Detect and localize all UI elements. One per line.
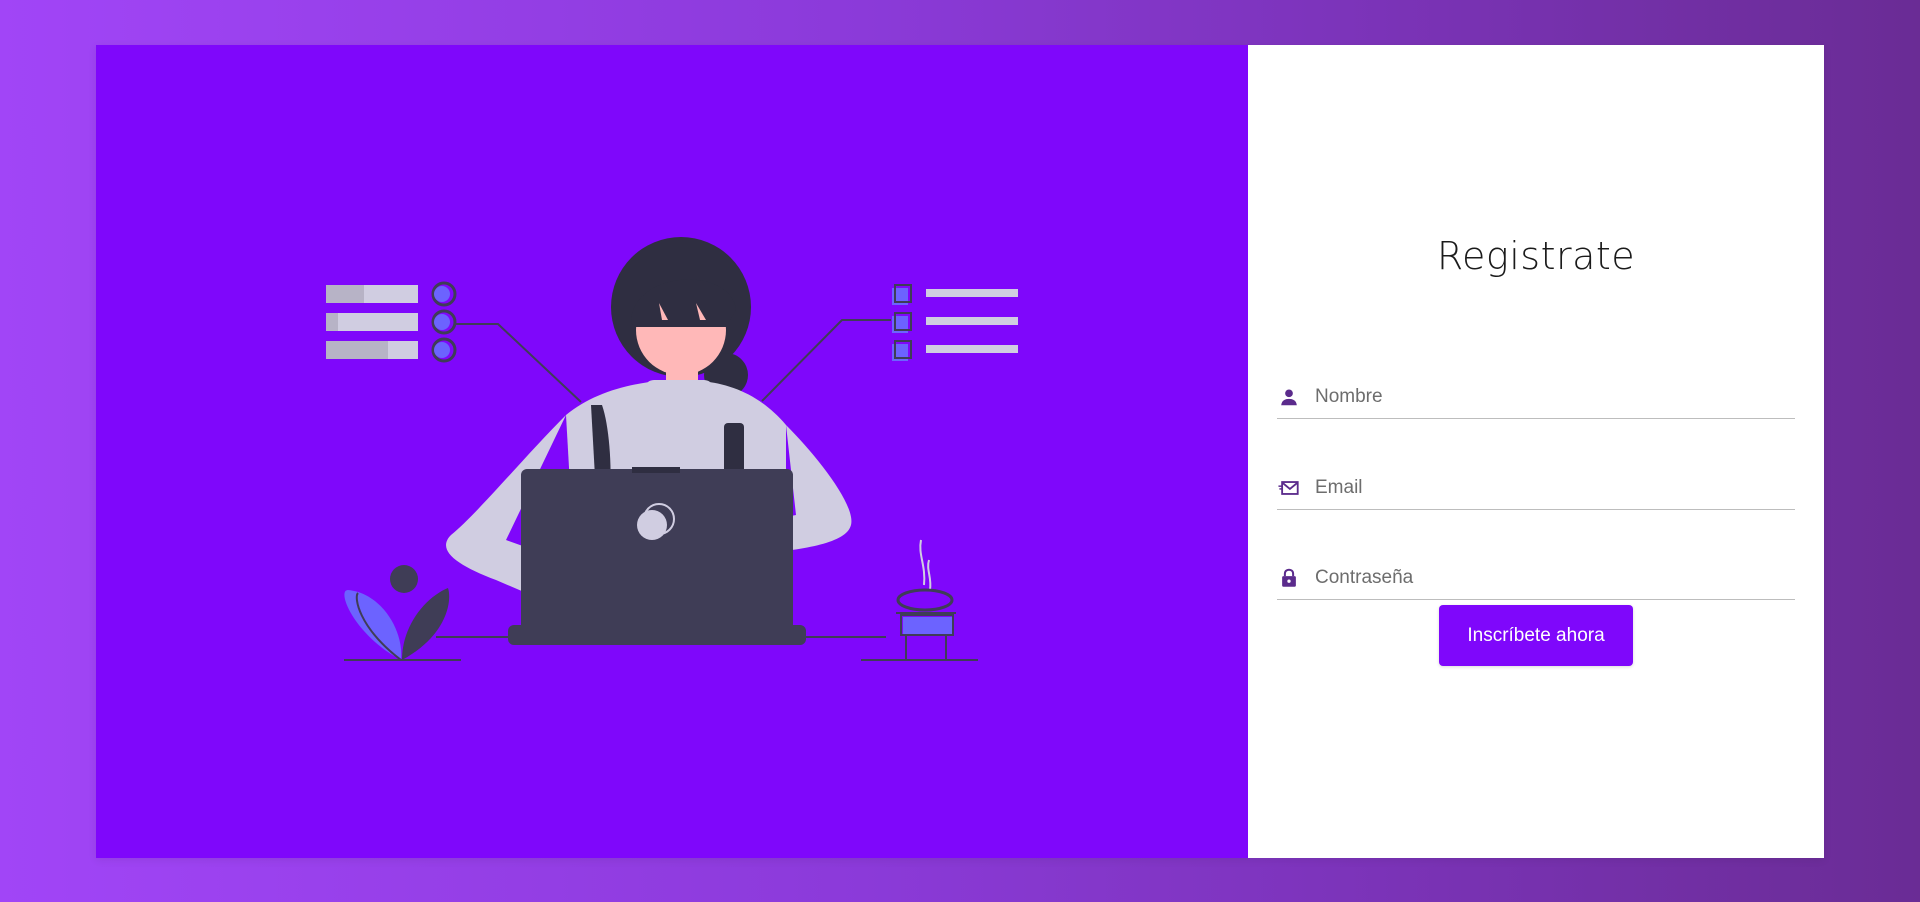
password-input[interactable] [1315,562,1785,593]
plant-graphic [344,565,450,661]
register-form-panel: Registrate Inscríbete ahora [1248,45,1824,858]
password-field [1277,556,1795,600]
right-checklist-graphic [761,284,1018,402]
register-card: Registrate Inscríbete ahora [96,45,1824,858]
woman-laptop-illustration [326,237,1018,661]
laptop-graphic [508,467,806,645]
person-icon [1277,385,1301,409]
name-field [1277,375,1795,419]
lock-icon [1277,566,1301,590]
form-title: Registrate [1436,234,1636,278]
register-submit-button[interactable]: Inscríbete ahora [1439,605,1633,666]
email-input[interactable] [1315,472,1785,503]
email-field [1277,466,1795,510]
coffee-cup-graphic [896,539,956,660]
email-icon [1277,476,1301,500]
name-input[interactable] [1315,381,1785,412]
left-checklist-graphic [326,281,582,403]
hero-panel [96,45,1248,858]
